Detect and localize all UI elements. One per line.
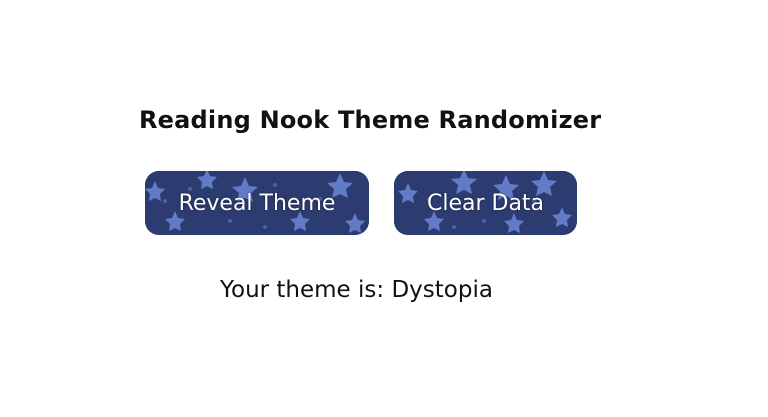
theme-result-text: Your theme is: Dystopia xyxy=(220,277,493,303)
clear-data-button[interactable]: Clear Data xyxy=(394,171,577,235)
page: Reading Nook Theme Randomizer Reveal The… xyxy=(0,0,768,417)
reveal-theme-label: Reveal Theme xyxy=(178,190,336,216)
reveal-theme-button[interactable]: Reveal Theme xyxy=(145,171,369,235)
page-title: Reading Nook Theme Randomizer xyxy=(139,106,602,134)
clear-data-label: Clear Data xyxy=(426,190,545,216)
